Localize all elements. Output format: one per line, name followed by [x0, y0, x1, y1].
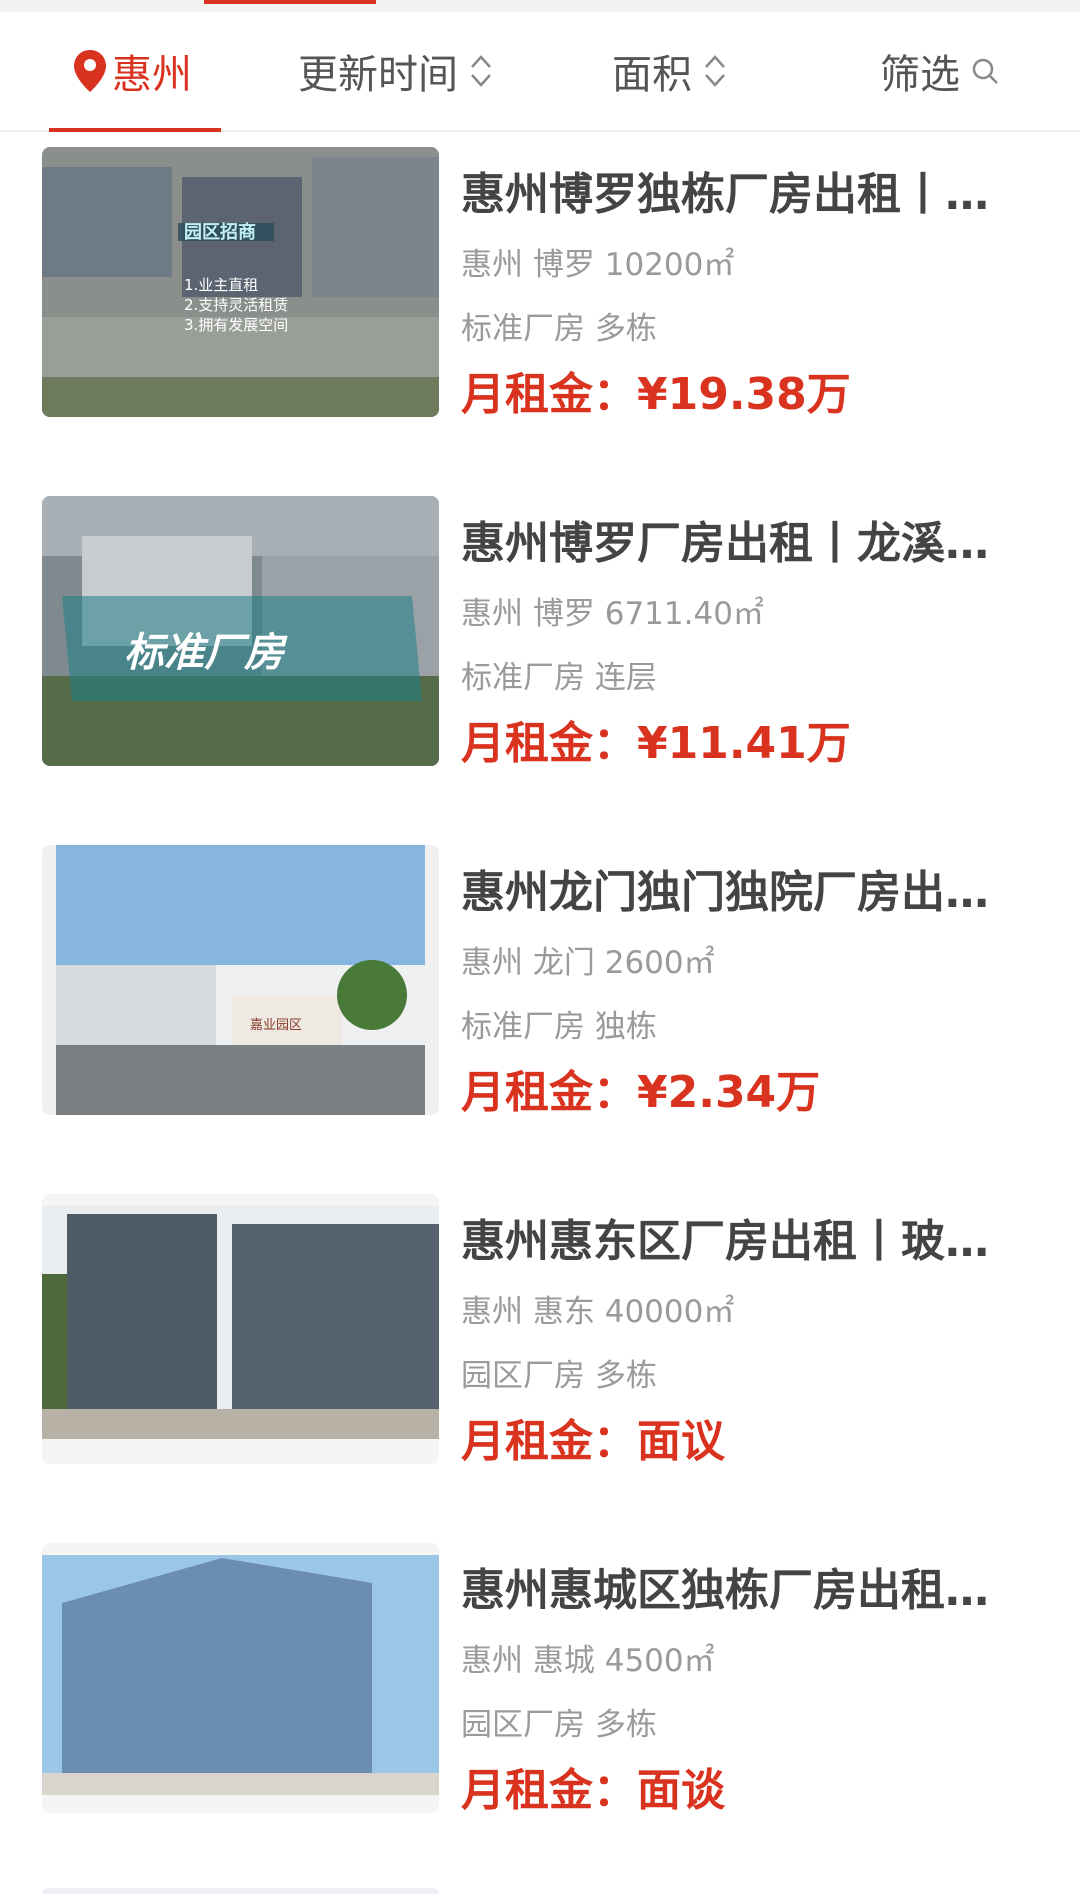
price-label: 月租金：: [461, 1067, 637, 1118]
listing-location-area: 惠州 博罗 6711.40㎡: [461, 594, 764, 634]
listing-location-area: 惠州 惠东 40000㎡: [461, 1292, 734, 1332]
listing-card[interactable]: 园区招商 1.业主直租 2.支持灵活租赁 3.拥有发展空间 惠州博罗独栋厂房出租…: [0, 147, 1080, 447]
listing-area: 4500㎡: [604, 1643, 715, 1679]
price-value: ¥11.41万: [637, 718, 851, 769]
listing-city: 惠州: [461, 247, 523, 283]
update-time-label: 更新时间: [298, 52, 458, 98]
next-listing-peek: [42, 1888, 439, 1894]
location-pin-icon: [74, 50, 106, 92]
area-label: 面积: [612, 52, 692, 98]
listing-price: 月租金：¥2.34万: [461, 1065, 820, 1121]
listing-title: 惠州惠东区厂房出租丨玻…: [461, 1216, 989, 1267]
update-time-sort[interactable]: 更新时间: [298, 12, 494, 130]
city-filter[interactable]: 惠州: [72, 12, 192, 130]
listing-area: 40000㎡: [604, 1294, 735, 1330]
listing-title: 惠州惠城区独栋厂房出租…: [461, 1565, 989, 1616]
price-label: 月租金：: [461, 1416, 637, 1467]
listing-price: 月租金：¥11.41万: [461, 716, 851, 772]
listing-thumbnail: [42, 1194, 439, 1464]
listing-district: 博罗: [532, 247, 595, 283]
listing-type: 园区厂房 多栋: [461, 1358, 657, 1394]
price-value: 面谈: [637, 1765, 725, 1816]
listing-district: 博罗: [532, 596, 595, 632]
listing-location-area: 惠州 惠城 4500㎡: [461, 1641, 715, 1681]
listing-card[interactable]: 标准厂房 惠州博罗厂房出租丨龙溪… 惠州 博罗 6711.40㎡ 标准厂房 连层…: [0, 496, 1080, 796]
price-value: ¥19.38万: [637, 369, 851, 420]
sort-arrows-icon: [705, 55, 725, 87]
listing-thumbnail: 园区招商 1.业主直租 2.支持灵活租赁 3.拥有发展空间: [42, 147, 439, 417]
price-label: 月租金：: [461, 369, 637, 420]
listing-area: 10200㎡: [604, 247, 735, 283]
search-icon: [972, 58, 998, 84]
listing-type: 标准厂房 连层: [461, 660, 657, 696]
listing-thumbnail: [42, 1543, 439, 1813]
listing-card[interactable]: 惠州惠东区厂房出租丨玻… 惠州 惠东 40000㎡ 园区厂房 多栋 月租金：面议: [0, 1194, 1080, 1494]
price-label: 月租金：: [461, 718, 637, 769]
sort-arrows-icon: [471, 55, 491, 87]
listing-type: 标准厂房 独栋: [461, 1009, 657, 1045]
area-sort[interactable]: 面积: [612, 12, 728, 130]
image-caption: 嘉业园区: [250, 1018, 302, 1033]
screen-label: 筛选: [880, 52, 960, 98]
listing-area: 6711.40㎡: [604, 596, 764, 632]
image-caption: 2.支持灵活租赁: [184, 296, 288, 314]
image-caption: 园区招商: [184, 221, 256, 243]
listing-title: 惠州博罗独栋厂房出租丨…: [461, 169, 989, 220]
listing-price: 月租金：面议: [461, 1414, 725, 1470]
listing-district: 龙门: [532, 945, 595, 981]
listing-district: 惠城: [532, 1643, 595, 1679]
city-filter-label: 惠州: [112, 52, 192, 98]
listing-city: 惠州: [461, 596, 523, 632]
image-caption: 3.拥有发展空间: [184, 316, 288, 334]
listing-city: 惠州: [461, 1643, 523, 1679]
top-strip: [0, 0, 1080, 12]
filter-bar: 惠州 更新时间 面积 筛选: [0, 12, 1080, 132]
price-label: 月租金：: [461, 1765, 637, 1816]
listing-thumbnail: 标准厂房: [42, 496, 439, 766]
listing-district: 惠东: [532, 1294, 595, 1330]
listing-city: 惠州: [461, 1294, 523, 1330]
active-tab-indicator: [204, 0, 376, 4]
listing-card[interactable]: 惠州惠城区独栋厂房出租… 惠州 惠城 4500㎡ 园区厂房 多栋 月租金：面谈: [0, 1543, 1080, 1843]
listing-type: 标准厂房 多栋: [461, 311, 657, 347]
listing-price: 月租金：面谈: [461, 1763, 725, 1819]
listing-card[interactable]: 嘉业园区 惠州龙门独门独院厂房出… 惠州 龙门 2600㎡ 标准厂房 独栋 月租…: [0, 845, 1080, 1145]
listing-city: 惠州: [461, 945, 523, 981]
listing-title: 惠州博罗厂房出租丨龙溪…: [461, 518, 989, 569]
listing-price: 月租金：¥19.38万: [461, 367, 851, 423]
city-filter-underline: [49, 128, 221, 132]
image-caption: 标准厂房: [124, 630, 288, 676]
image-caption: 1.业主直租: [184, 276, 258, 294]
listing-area: 2600㎡: [604, 945, 715, 981]
price-value: 面议: [637, 1416, 725, 1467]
listing-type: 园区厂房 多栋: [461, 1707, 657, 1743]
listing-location-area: 惠州 龙门 2600㎡: [461, 943, 715, 983]
price-value: ¥2.34万: [637, 1067, 821, 1118]
listing-location-area: 惠州 博罗 10200㎡: [461, 245, 734, 285]
screen-filter[interactable]: 筛选: [880, 12, 1000, 130]
listing-thumbnail: 嘉业园区: [42, 845, 439, 1115]
listing-title: 惠州龙门独门独院厂房出…: [461, 867, 989, 918]
